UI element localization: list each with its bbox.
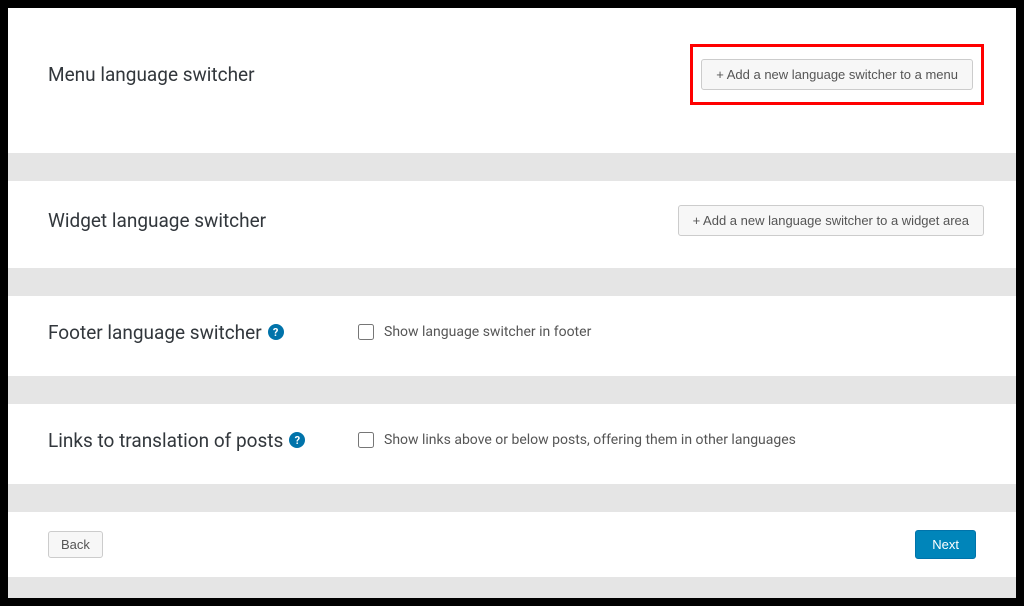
add-menu-switcher-button[interactable]: + Add a new language switcher to a menu [701, 59, 973, 90]
next-button[interactable]: Next [915, 530, 976, 559]
widget-switcher-title: Widget language switcher [48, 209, 266, 232]
widget-switcher-actions: + Add a new language switcher to a widge… [678, 205, 984, 236]
highlight-annotation: + Add a new language switcher to a menu [690, 44, 984, 105]
links-title: Links to translation of posts ? [48, 429, 358, 452]
links-checkbox-row[interactable]: Show links above or below posts, offerin… [358, 432, 796, 448]
content-area: Menu language switcher + Add a new langu… [8, 8, 1016, 577]
menu-switcher-panel: Menu language switcher + Add a new langu… [8, 8, 1016, 153]
links-checkbox-label: Show links above or below posts, offerin… [384, 432, 796, 448]
links-panel: Links to translation of posts ? Show lin… [8, 404, 1016, 484]
menu-switcher-title: Menu language switcher [48, 63, 255, 86]
footer-checkbox[interactable] [358, 324, 374, 340]
outer-frame: Menu language switcher + Add a new langu… [0, 0, 1024, 606]
back-button[interactable]: Back [48, 531, 103, 558]
footer-switcher-panel: Footer language switcher ? Show language… [8, 296, 1016, 376]
menu-switcher-actions: + Add a new language switcher to a menu [690, 44, 984, 105]
links-checkbox[interactable] [358, 432, 374, 448]
add-widget-switcher-button[interactable]: + Add a new language switcher to a widge… [678, 205, 984, 236]
help-icon[interactable]: ? [268, 324, 284, 340]
footer-checkbox-label: Show language switcher in footer [384, 324, 591, 340]
footer-switcher-title: Footer language switcher ? [48, 321, 358, 344]
footer-checkbox-row[interactable]: Show language switcher in footer [358, 324, 591, 340]
help-icon[interactable]: ? [289, 432, 305, 448]
settings-container: Menu language switcher + Add a new langu… [8, 8, 1016, 598]
widget-switcher-panel: Widget language switcher + Add a new lan… [8, 181, 1016, 268]
footer-switcher-title-text: Footer language switcher [48, 321, 262, 344]
navigation-panel: Back Next [8, 512, 1016, 577]
links-title-text: Links to translation of posts [48, 429, 283, 452]
